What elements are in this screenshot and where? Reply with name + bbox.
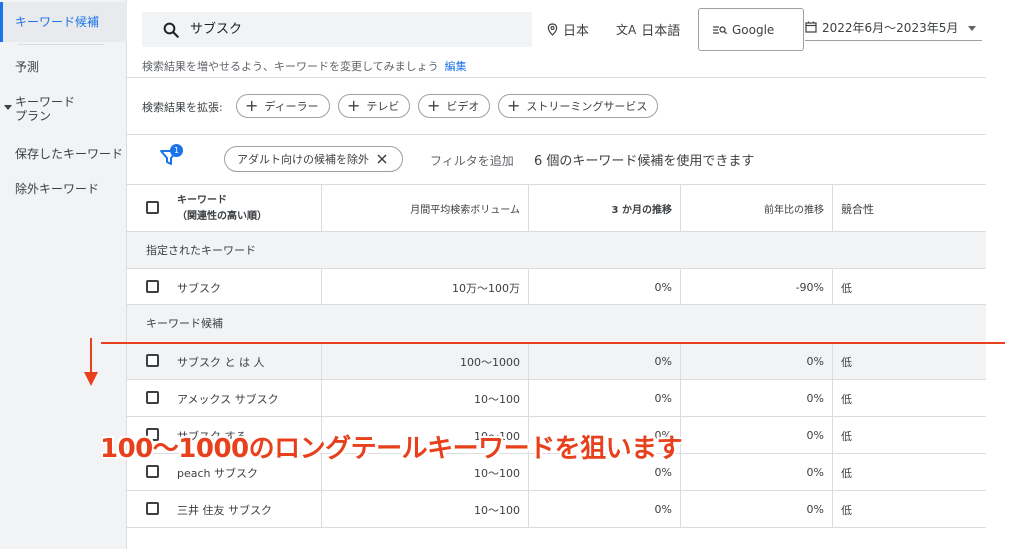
adult-filter-chip[interactable]: アダルト向けの候補を除外: [224, 146, 403, 172]
location-label: 日本: [563, 24, 590, 39]
cell-three-month: 0%: [529, 491, 681, 528]
cell-volume: 10〜100: [322, 380, 529, 417]
cell-keyword: 三井 住友 サブスク: [127, 491, 322, 528]
table-row[interactable]: サブスク 10万〜100万 0% -90% 低: [127, 268, 986, 306]
dropdown-caret-icon: [968, 26, 976, 31]
header-competition[interactable]: 競合性: [833, 185, 986, 232]
keyword-count-text: 6 個のキーワード候補を使用できます: [534, 154, 755, 169]
plus-icon: +: [427, 96, 441, 115]
edit-link[interactable]: 編集: [445, 60, 467, 73]
language-label: 日本語: [641, 24, 681, 39]
cell-competition: 低: [841, 503, 852, 517]
plus-icon: +: [245, 96, 259, 115]
sidebar-item-keyword-plan[interactable]: キーワード プラン: [0, 95, 127, 123]
expand-chip-streaming[interactable]: + ストリーミングサービス: [498, 94, 659, 118]
search-network-icon: [713, 25, 727, 34]
expand-label: 検索結果を拡張:: [142, 101, 223, 114]
cell-keyword: サブスク: [127, 269, 322, 306]
language-selector[interactable]: 文A 日本語: [616, 20, 680, 39]
hint-text: 検索結果を増やせるよう、キーワードを変更してみましょう: [142, 60, 439, 73]
header-yoy[interactable]: 前年比の推移: [681, 185, 833, 232]
annotation-arrow-down-icon: [84, 372, 98, 386]
search-input[interactable]: サブスク: [142, 12, 532, 47]
cell-yoy: 0%: [681, 417, 833, 454]
cell-competition: 低: [841, 429, 852, 443]
sidebar: キーワード候補 予測 キーワード プラン 保存したキーワード 除外キーワード: [0, 0, 127, 549]
plus-icon: +: [507, 96, 521, 115]
search-hint: 検索結果を増やせるよう、キーワードを変更してみましょう 編集: [142, 58, 467, 74]
table-row[interactable]: アメックス サブスク 10〜100 0% 0% 低: [127, 380, 986, 417]
cell-three-month: 0%: [529, 343, 681, 380]
date-range-selector[interactable]: 2022年6月〜2023年5月: [805, 14, 982, 41]
annotation-arrow-shaft: [90, 338, 92, 373]
search-value: サブスク: [190, 22, 243, 37]
header-keyword-sub: （関連性の高い順）: [177, 210, 267, 222]
expand-chip-video[interactable]: + ビデオ: [418, 94, 491, 118]
add-filter-button[interactable]: フィルタを追加: [430, 152, 514, 169]
cell-competition: 低: [841, 281, 852, 295]
annotation-callout: 100〜1000のロングテールキーワードを狙います: [100, 434, 683, 464]
cell-yoy: -90%: [681, 269, 833, 306]
chip-label: ストリーミングサービス: [526, 100, 648, 113]
network-label: Google: [732, 22, 775, 37]
chip-label: ビデオ: [446, 100, 480, 113]
section-keyword-ideas: キーワード候補: [127, 305, 986, 341]
expand-chip-dealer[interactable]: + ディーラー: [236, 94, 330, 118]
table-header: キーワード （関連性の高い順） 月間平均検索ボリューム 3 か月の推移 前年比の…: [127, 184, 986, 232]
header-three-month[interactable]: 3 か月の推移: [529, 185, 681, 232]
cell-competition: 低: [841, 355, 852, 369]
table-row[interactable]: 三井 住友 サブスク 10〜100 0% 0% 低: [127, 491, 986, 528]
sidebar-item-negative-keywords[interactable]: 除外キーワード: [0, 180, 127, 197]
cell-yoy: 0%: [681, 343, 833, 380]
cell-volume: 100〜1000: [322, 343, 529, 380]
date-range-label: 2022年6月〜2023年5月: [822, 20, 959, 35]
cell-volume: 10万〜100万: [322, 269, 529, 306]
header-volume[interactable]: 月間平均検索ボリューム: [322, 185, 529, 232]
cell-yoy: 0%: [681, 454, 833, 491]
header-keyword[interactable]: キーワード （関連性の高い順）: [127, 185, 322, 232]
annotation-line: [101, 342, 1005, 344]
plus-icon: +: [347, 96, 361, 115]
sidebar-item-forecast[interactable]: 予測: [0, 58, 127, 75]
header-keyword-label: キーワード: [177, 194, 227, 206]
cell-competition: 低: [841, 392, 852, 406]
cell-volume: 10〜100: [322, 491, 529, 528]
divider: [127, 77, 986, 78]
cell-three-month: 0%: [529, 269, 681, 306]
network-selector[interactable]: Google: [698, 8, 804, 51]
expand-chip-tv[interactable]: + テレビ: [338, 94, 411, 118]
translate-icon: 文A: [616, 23, 637, 37]
filter-count-badge: 1: [170, 144, 183, 157]
cell-yoy: 0%: [681, 380, 833, 417]
sidebar-item-keyword-ideas[interactable]: キーワード候補: [0, 2, 127, 42]
divider: [127, 134, 986, 135]
cell-keyword: アメックス サブスク: [127, 380, 322, 417]
chip-label: テレビ: [366, 100, 400, 113]
location-pin-icon: [547, 23, 558, 36]
search-icon: [163, 22, 179, 38]
sidebar-divider: [18, 44, 104, 45]
sidebar-item-saved-keywords[interactable]: 保存したキーワード: [0, 145, 127, 162]
cell-competition: 低: [841, 466, 852, 480]
section-specified-keywords: 指定されたキーワード: [127, 232, 986, 268]
cell-three-month: 0%: [529, 380, 681, 417]
cell-keyword: サブスク と は 人: [127, 343, 322, 380]
chip-label: ディーラー: [264, 100, 319, 113]
calendar-icon: [805, 21, 817, 33]
table-row[interactable]: サブスク と は 人 100〜1000 0% 0% 低: [127, 343, 986, 380]
cell-yoy: 0%: [681, 491, 833, 528]
chip-label: アダルト向けの候補を除外: [237, 153, 369, 166]
location-selector[interactable]: 日本: [547, 20, 589, 39]
close-icon[interactable]: [377, 154, 387, 164]
